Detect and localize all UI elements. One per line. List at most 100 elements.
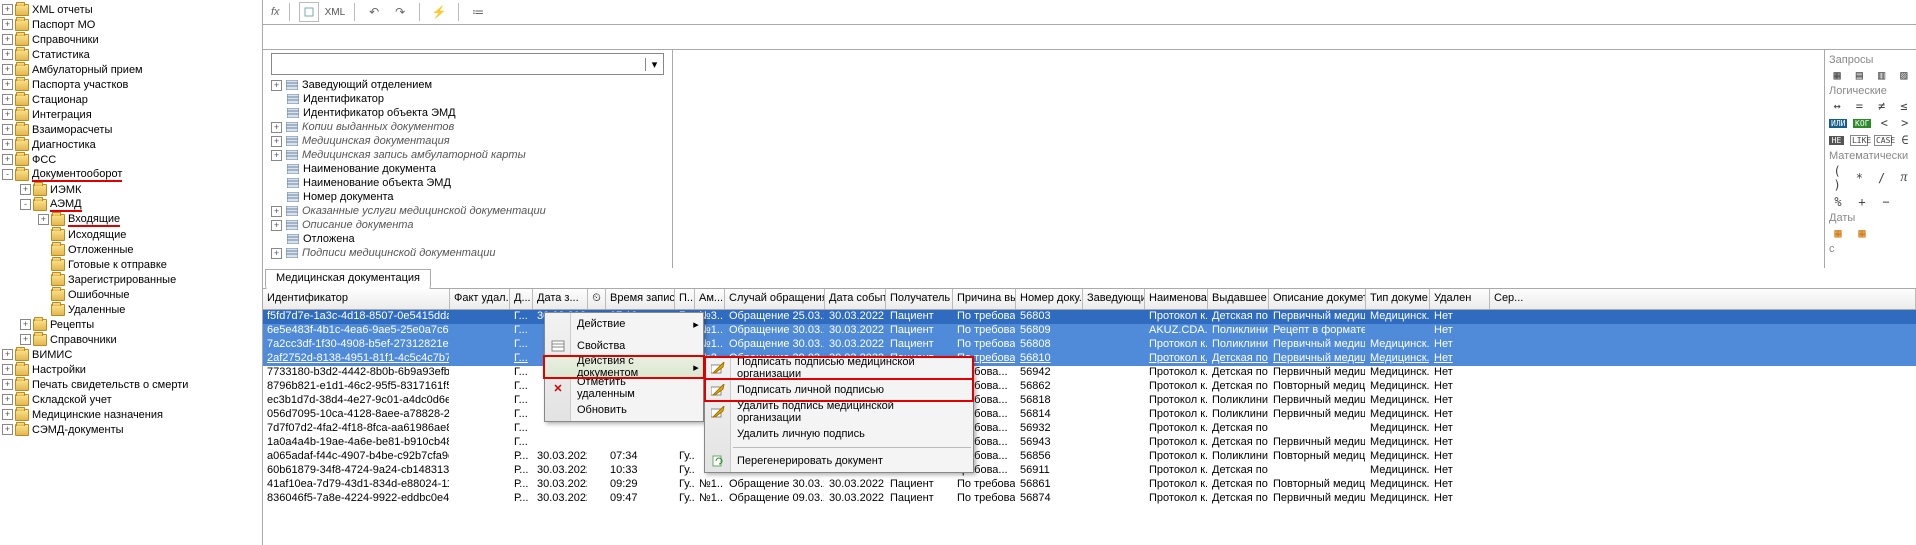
tree-node[interactable]: +Паспорт МО [0, 17, 262, 32]
tree-node[interactable]: +Справочники [0, 32, 262, 47]
tree-node[interactable]: +Рецепты [0, 317, 262, 332]
tree-node[interactable]: +Статистика [0, 47, 262, 62]
list-button[interactable]: ≔ [468, 2, 488, 22]
run-button[interactable]: ⚡ [429, 2, 449, 22]
tree-node[interactable]: +Интеграция [0, 107, 262, 122]
table-row[interactable]: 8796b821-e1d1-46c2-95f5-8317161f5b16Г...… [263, 380, 1916, 394]
menu-item[interactable]: ✕Отметить удаленным [545, 377, 703, 399]
field-row[interactable]: Отложена [271, 232, 672, 246]
field-row[interactable]: +Описание документа [271, 218, 672, 232]
field-row[interactable]: +Заведующий отделением [271, 78, 672, 92]
tree-node[interactable]: -АЭМД [0, 197, 262, 212]
column-header[interactable]: Заведующи... [1083, 289, 1145, 309]
field-row[interactable]: Идентификатор объекта ЭМД [271, 106, 672, 120]
palette-icon[interactable]: π [1896, 170, 1912, 186]
doc-actions-submenu[interactable]: Подписать подписью медицинской организац… [704, 356, 974, 473]
expand-toggle[interactable]: + [20, 334, 31, 345]
palette-icon[interactable]: ▨ [1896, 68, 1912, 82]
expand-toggle[interactable]: + [2, 4, 13, 15]
navigation-tree[interactable]: +XML отчеты+Паспорт МО+Справочники+Стати… [0, 0, 263, 545]
column-header[interactable]: Выдавшее ... [1208, 289, 1269, 309]
field-row[interactable]: Номер документа [271, 190, 672, 204]
tree-node[interactable]: Готовые к отправке [0, 257, 262, 272]
menu-item[interactable]: Удалить подпись медицинской организации [705, 401, 973, 423]
palette-icon[interactable]: ▦ [1829, 226, 1847, 240]
column-header[interactable]: Ам... [695, 289, 725, 309]
tree-node[interactable]: +Печать свидетельств о смерти [0, 377, 262, 392]
palette-icon[interactable]: * [1851, 171, 1867, 185]
fields-dropdown[interactable]: ▾ [271, 53, 664, 75]
tree-node[interactable]: Ошибочные [0, 287, 262, 302]
tree-node[interactable]: +ФСС [0, 152, 262, 167]
column-header[interactable]: Д... [510, 289, 533, 309]
column-header[interactable]: Тип докуме... [1366, 289, 1430, 309]
tree-node[interactable]: +ВИМИС [0, 347, 262, 362]
tree-node[interactable]: +Паспорта участков [0, 77, 262, 92]
column-header[interactable]: Описание докумета [1269, 289, 1366, 309]
tree-node[interactable]: +Стационар [0, 92, 262, 107]
tree-node[interactable]: +Складской учет [0, 392, 262, 407]
expand-toggle[interactable]: + [2, 349, 13, 360]
table-row[interactable]: 41af10ea-7d79-43d1-834d-e88024-1147caР..… [263, 478, 1916, 492]
expand-toggle[interactable]: + [2, 19, 13, 30]
expand-toggle[interactable]: + [2, 64, 13, 75]
column-header[interactable]: Случай обращения [725, 289, 825, 309]
palette-icon[interactable]: ▥ [1874, 68, 1890, 82]
documents-grid[interactable]: ИдентификаторФакт удал...Д...Дата з...⏲В… [263, 289, 1916, 545]
column-header[interactable]: Получатель [886, 289, 953, 309]
expand-toggle[interactable]: + [38, 214, 49, 225]
undo-button[interactable]: ↶ [364, 2, 384, 22]
tree-node[interactable]: +ИЭМК [0, 182, 262, 197]
tree-node[interactable]: Исходящие [0, 227, 262, 242]
palette-icon[interactable]: ∈ [1898, 133, 1912, 147]
expand-toggle[interactable]: + [2, 154, 13, 165]
field-row[interactable]: +Подписи медицинской документации [271, 246, 672, 260]
tab-meddoc[interactable]: Медицинская документация [265, 269, 431, 289]
expand-toggle[interactable]: + [20, 319, 31, 330]
field-row[interactable]: +Медицинская запись амбулаторной карты [271, 148, 672, 162]
table-row[interactable]: 836046f5-7a8e-4224-9922-eddbc0e42d7fР...… [263, 492, 1916, 506]
column-header[interactable]: Причина вы... [953, 289, 1016, 309]
palette-icon[interactable]: ▤ [1851, 68, 1867, 82]
palette-icon[interactable]: + [1853, 195, 1871, 209]
field-row[interactable]: Наименование документа [271, 162, 672, 176]
tree-node[interactable]: -Документооборот [0, 167, 262, 182]
menu-item[interactable]: Перегенерировать документ [705, 450, 973, 472]
table-row[interactable]: 056d7095-10ca-4128-8aee-a78828-27527eeГ.… [263, 408, 1916, 422]
table-row[interactable]: 6e5e483f-4b1c-4ea6-9ae5-25e0a7c6a63bГ...… [263, 324, 1916, 338]
palette-icon[interactable]: ( ) [1829, 164, 1845, 192]
expand-toggle[interactable]: + [2, 34, 13, 45]
table-row[interactable]: 7d7f07d2-4fa2-4f18-8fca-aa61986ae861Г...… [263, 422, 1916, 436]
expand-toggle[interactable]: + [2, 394, 13, 405]
column-header[interactable]: Сер... [1490, 289, 1916, 309]
xml-button[interactable] [299, 2, 319, 22]
menu-item[interactable]: Удалить личную подпись [705, 423, 973, 445]
table-row[interactable]: 60b61879-34f8-4724-9a24-cb148313-87b5Р..… [263, 464, 1916, 478]
tree-node[interactable]: +Входящие [0, 212, 262, 227]
palette-icon[interactable]: > [1898, 116, 1913, 130]
table-row[interactable]: 7733180-b3d2-4442-8b0b-6b9a93efbaedГ...т… [263, 366, 1916, 380]
palette-icon[interactable]: ≠ [1874, 99, 1890, 113]
menu-item[interactable]: Свойства [545, 335, 703, 357]
palette-icon[interactable]: ИЛИ [1829, 119, 1847, 128]
tree-node[interactable]: Удаленные [0, 302, 262, 317]
expand-toggle[interactable]: + [2, 124, 13, 135]
field-row[interactable]: Наименование объекта ЭМД [271, 176, 672, 190]
expand-toggle[interactable]: + [20, 184, 31, 195]
table-row[interactable]: a065adaf-f44c-4907-b4be-c92b7cfa9c69Р...… [263, 450, 1916, 464]
tree-node[interactable]: +Амбулаторный прием [0, 62, 262, 77]
context-menu[interactable]: Действие▸СвойстваДействия с документом▸✕… [544, 312, 704, 422]
palette-icon[interactable]: < [1877, 116, 1892, 130]
palette-icon[interactable]: ▦ [1829, 68, 1845, 82]
palette-icon[interactable]: / [1874, 171, 1890, 185]
expand-toggle[interactable]: + [2, 409, 13, 420]
tree-node[interactable]: Отложенные [0, 242, 262, 257]
palette-icon[interactable]: ▦ [1853, 226, 1871, 240]
column-header[interactable]: Факт удал... [450, 289, 510, 309]
field-row[interactable]: Идентификатор [271, 92, 672, 106]
column-header[interactable]: Время записи [606, 289, 675, 309]
expand-toggle[interactable]: - [20, 199, 31, 210]
table-row[interactable]: 7a2cc3df-1f30-4908-b5ef-27312821e202Г...… [263, 338, 1916, 352]
expand-toggle[interactable]: + [2, 94, 13, 105]
menu-item[interactable]: Обновить [545, 399, 703, 421]
